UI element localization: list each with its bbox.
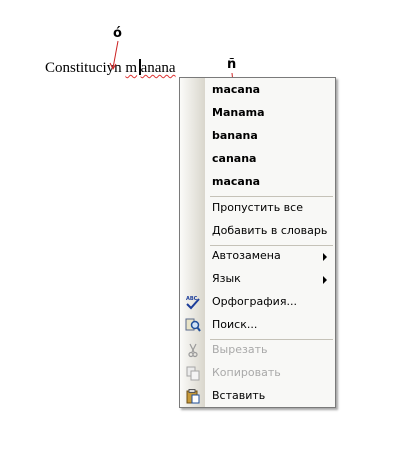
suggestion-label: macana: [212, 175, 261, 188]
suggestion-label: canana: [212, 152, 257, 165]
language-label: Язык: [212, 272, 241, 285]
ignore-all-item[interactable]: Пропустить все: [180, 198, 335, 220]
scissors-icon: [188, 343, 198, 358]
paste-label: Вставить: [212, 389, 266, 402]
copy-label: Копировать: [212, 366, 281, 379]
autocorrect-item[interactable]: Автозамена: [180, 246, 335, 268]
search-label: Поиск...: [212, 318, 258, 331]
suggestion-item[interactable]: Manama: [180, 103, 335, 125]
autocorrect-label: Автозамена: [212, 249, 281, 262]
paste-icon: [186, 389, 200, 404]
suggestion-item[interactable]: macana: [180, 172, 335, 194]
suggestion-label: banana: [212, 129, 258, 142]
suggestion-item[interactable]: canana: [180, 149, 335, 171]
search-item[interactable]: Поиск...: [180, 315, 335, 337]
suggestion-item[interactable]: macana: [180, 80, 335, 102]
copy-item[interactable]: Копировать: [180, 363, 335, 385]
add-to-dictionary-label: Добавить в словарь: [212, 224, 328, 237]
cut-item[interactable]: Вырезать: [180, 340, 335, 362]
ignore-all-label: Пропустить все: [212, 201, 303, 214]
spelling-check-icon: ABC: [186, 296, 200, 310]
spelling-context-menu: macana Manama banana canana macana Пропу…: [179, 77, 336, 408]
paste-item[interactable]: Вставить: [180, 386, 335, 408]
language-item[interactable]: Язык: [180, 269, 335, 291]
submenu-arrow-icon: [323, 253, 327, 261]
suggestion-item[interactable]: banana: [180, 126, 335, 148]
spelling-label: Орфография...: [212, 295, 297, 308]
copy-icon: [186, 366, 200, 381]
submenu-arrow-icon: [323, 276, 327, 284]
spelling-item[interactable]: ABC Орфография...: [180, 292, 335, 314]
suggestion-label: macana: [212, 83, 261, 96]
add-to-dictionary-item[interactable]: Добавить в словарь: [180, 221, 335, 243]
suggestion-label: Manama: [212, 106, 265, 119]
cut-label: Вырезать: [212, 343, 268, 356]
search-icon: [185, 318, 201, 332]
menu-separator: [210, 196, 333, 197]
